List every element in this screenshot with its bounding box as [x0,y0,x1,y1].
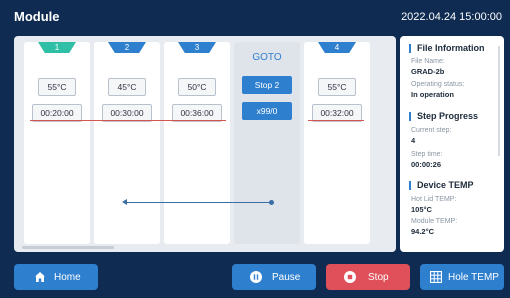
title-bar: Module 2022.04.24 15:00:00 [0,0,510,34]
goto-target-button[interactable]: Stop 2 [242,76,292,94]
page-title: Module [14,9,60,24]
step-column-2[interactable]: 2 45°C 00:30:00 [94,42,160,244]
pause-button[interactable]: Pause [232,264,316,290]
hot-lid-value: 105°C [411,205,432,214]
pause-icon [250,271,262,283]
step-column-3[interactable]: 3 50°C 00:36:00 [164,42,230,244]
temperature-profile-line [308,120,364,121]
info-panel: File Information File Name: GRAD-2b Oper… [400,36,504,252]
stop-icon [344,271,356,283]
file-info-heading: File Information [409,44,485,53]
horizontal-scrollbar[interactable] [22,246,114,249]
temperature-profile-line [30,120,226,121]
hole-temp-button[interactable]: Hole TEMP [420,264,504,290]
stop-button-label: Stop [368,272,389,283]
current-step-label: Current step: [411,127,452,134]
module-temp-label: Module TEMP: [411,218,458,225]
file-name-label: File Name: [411,58,445,65]
step-column-1[interactable]: 1 55°C 00:20:00 [24,42,90,244]
step-temp-field[interactable]: 55°C [38,78,76,96]
goto-column[interactable]: GOTO Stop 2 x99/0 [234,42,300,244]
goto-repeat-button[interactable]: x99/0 [242,102,292,120]
hot-lid-label: Hot Lid TEMP: [411,196,457,203]
status-value: In operation [411,90,454,99]
home-button-label: Home [54,272,81,283]
goto-label: GOTO [252,52,282,63]
datetime: 2022.04.24 15:00:00 [401,11,502,23]
goto-loop-arrow [126,202,272,203]
step-number-tab: 4 [318,42,356,53]
step-temp-field[interactable]: 55°C [318,78,356,96]
step-number-tab: 2 [108,42,146,53]
step-progress-heading: Step Progress [409,112,478,121]
device-temp-heading: Device TEMP [409,181,474,190]
stop-button[interactable]: Stop [326,264,410,290]
home-button[interactable]: Home [14,264,98,290]
status-label: Operating status: [411,81,465,88]
step-time-label: Step time: [411,151,443,158]
step-number-tab: 3 [178,42,216,53]
step-number-tab: 1 [38,42,76,53]
step-column-4[interactable]: 4 55°C 00:32:00 [304,42,370,244]
pause-button-label: Pause [272,272,301,283]
hole-temp-button-label: Hole TEMP [448,272,499,283]
step-time-value: 00:00:26 [411,160,442,169]
goto-arrow-origin [269,200,274,205]
grid-icon [430,271,442,283]
info-scrollbar[interactable] [498,46,500,156]
file-name-value: GRAD-2b [411,67,445,76]
current-step-value: 4 [411,136,416,145]
step-temp-field[interactable]: 50°C [178,78,216,96]
home-icon [35,272,45,282]
step-temp-field[interactable]: 45°C [108,78,146,96]
program-view: 1 55°C 00:20:00 2 45°C 00:30:00 3 50°C 0… [14,36,396,252]
module-temp-value: 94.2°C [411,227,435,236]
